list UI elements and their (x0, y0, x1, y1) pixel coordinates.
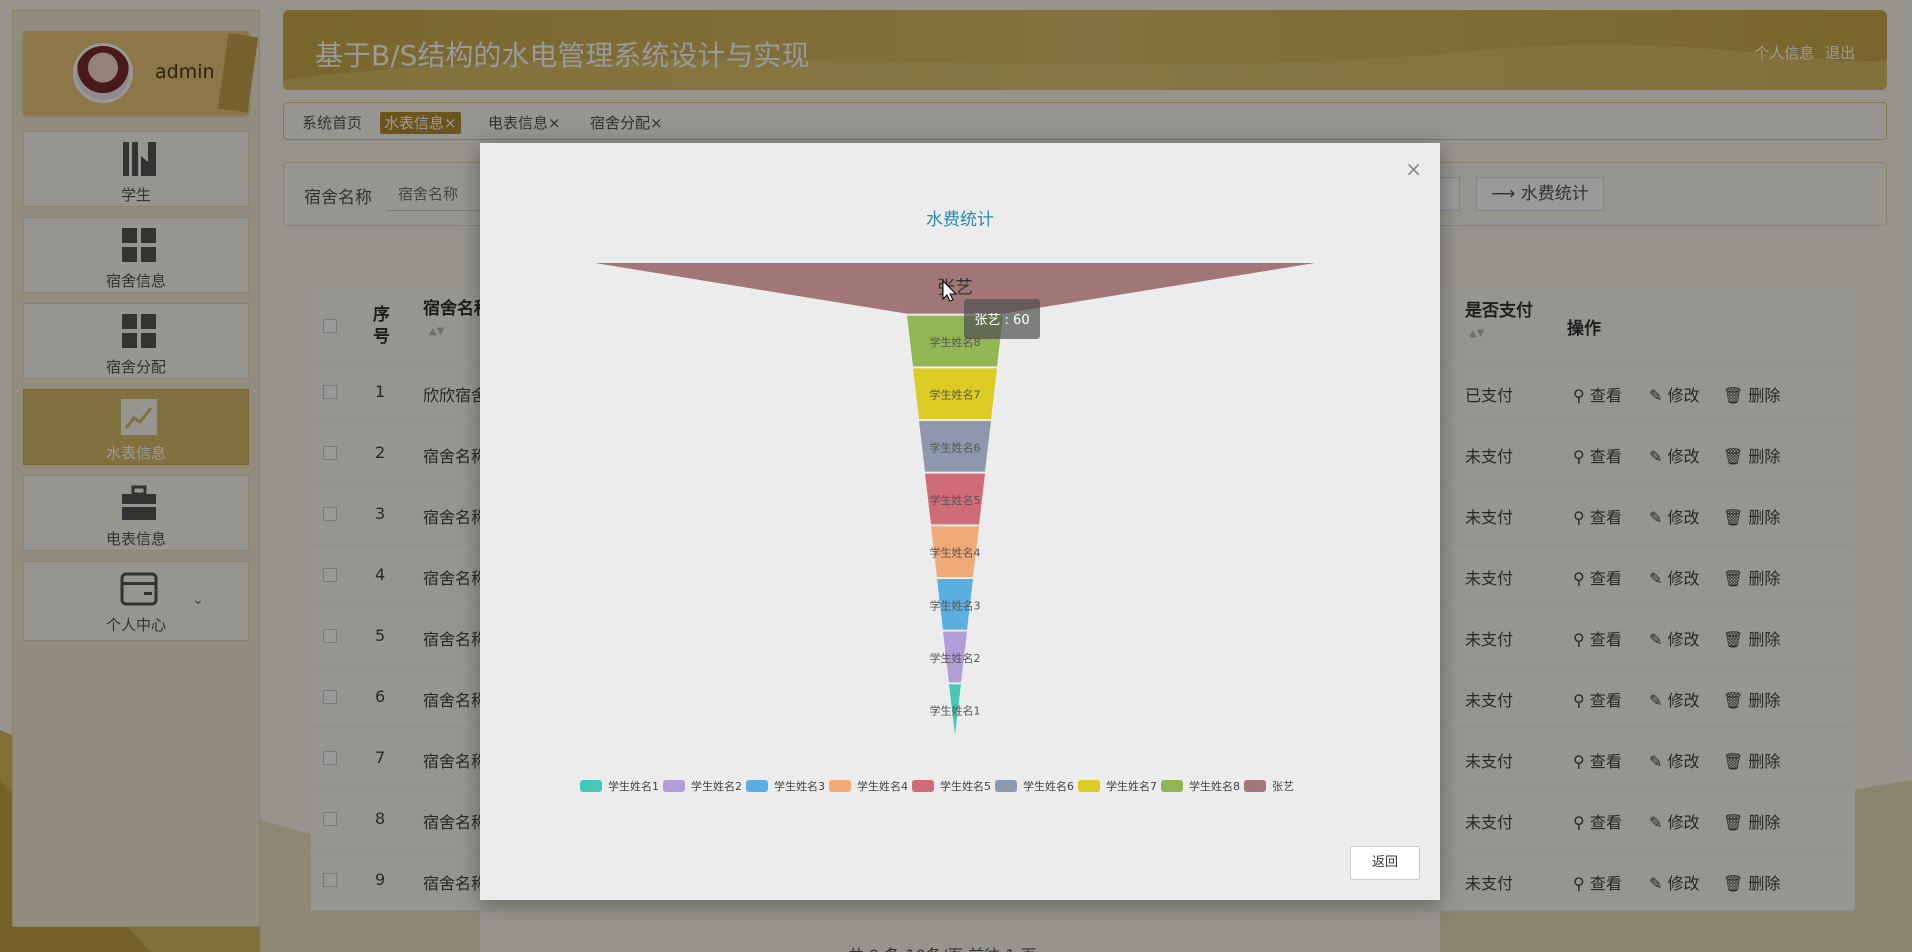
funnel-chart: 张艺学生姓名8学生姓名7学生姓名6学生姓名5学生姓名4学生姓名3学生姓名2学生姓… (580, 263, 1315, 793)
legend-label: 张艺 (1272, 780, 1294, 793)
legend-swatch (580, 780, 602, 792)
funnel-label: 学生姓名4 (930, 546, 981, 560)
legend-label: 学生姓名5 (940, 779, 991, 793)
legend-swatch (746, 780, 768, 792)
legend-swatch (1244, 780, 1266, 792)
funnel-label: 学生姓名1 (930, 704, 981, 718)
legend-swatch (663, 780, 685, 792)
legend-item[interactable]: 学生姓名6 (995, 779, 1074, 793)
legend-item[interactable]: 学生姓名4 (829, 779, 908, 793)
legend-swatch (1078, 780, 1100, 792)
funnel-label: 学生姓名2 (930, 651, 981, 665)
legend-swatch (995, 780, 1017, 792)
funnel-label: 学生姓名7 (930, 388, 981, 402)
return-button[interactable]: 返回 (1350, 846, 1420, 880)
legend-label: 学生姓名6 (1023, 779, 1074, 793)
chart-tooltip: 张艺 : 60 (964, 299, 1040, 339)
stats-modal: × 水费统计 张艺 学生姓名8 学生姓名7 学生姓名6 学生姓名5 学生姓名4 学生姓名3 学… (480, 143, 1440, 900)
legend-label: 学生姓名3 (774, 779, 825, 793)
funnel-label: 学生姓名5 (930, 493, 981, 507)
legend-label: 学生姓名8 (1189, 779, 1240, 793)
legend-item[interactable]: 学生姓名7 (1078, 779, 1157, 793)
legend-label: 学生姓名1 (608, 779, 659, 793)
legend-item[interactable]: 学生姓名2 (663, 779, 742, 793)
legend-swatch (829, 780, 851, 792)
legend-item[interactable]: 学生姓名3 (746, 779, 825, 793)
legend-item[interactable]: 学生姓名5 (912, 779, 991, 793)
legend-swatch (1161, 780, 1183, 792)
funnel-label: 学生姓名3 (930, 598, 981, 612)
app-page: admin 学生 宿舍信息 宿舍分配 水表信息 电表信息 个人中心 ⌄ 基于B/… (0, 0, 1912, 952)
legend-item[interactable]: 学生姓名1 (580, 779, 659, 793)
tooltip-text: 张艺 : 60 (974, 313, 1029, 328)
legend-label: 学生姓名4 (857, 779, 908, 793)
funnel-label: 学生姓名6 (930, 440, 981, 454)
legend-swatch (912, 780, 934, 792)
legend-label: 学生姓名2 (691, 779, 742, 793)
legend-label: 学生姓名7 (1106, 779, 1157, 793)
legend-item[interactable]: 学生姓名8 (1161, 779, 1240, 793)
funnel-label: 张艺 (937, 277, 973, 298)
legend-item[interactable]: 张艺 (1244, 780, 1294, 793)
